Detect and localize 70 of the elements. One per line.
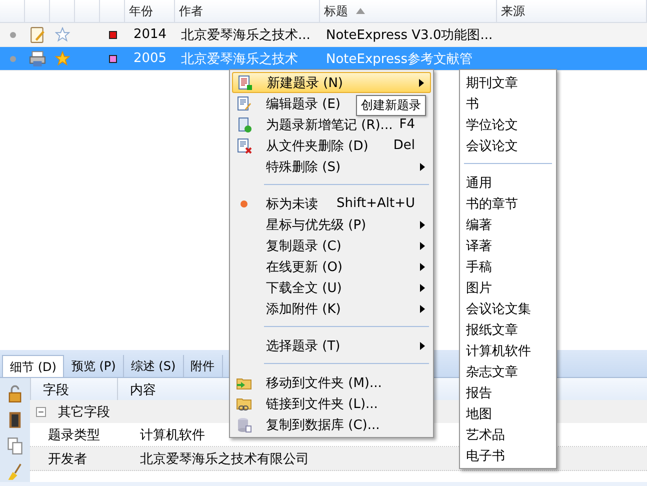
menu-item[interactable]: 地图 <box>462 403 554 424</box>
menu-item[interactable]: 复制到数据库 (C)... <box>266 418 380 432</box>
menu-item[interactable]: 期刊文章 <box>462 72 554 93</box>
field-value: 计算机软件 <box>139 426 205 444</box>
document-delete-icon <box>236 138 252 154</box>
menu-item[interactable]: 译著 <box>462 235 554 256</box>
menu-item[interactable]: 在线更新 (O) <box>266 260 343 274</box>
menu-item[interactable]: 移动到文件夹 (M)... <box>266 376 382 390</box>
menu-item[interactable]: 书 <box>462 93 554 114</box>
field-name: 开发者 <box>47 450 88 468</box>
table-cell-text: 2005 <box>132 50 168 68</box>
menu-item[interactable]: 复制题录 (C) <box>266 238 342 254</box>
menu-item[interactable]: 杂志文章 <box>462 361 554 382</box>
padlock-icon[interactable] <box>6 384 24 404</box>
column-header[interactable]: 标题 <box>320 0 497 22</box>
menu-item[interactable]: 电子书 <box>462 445 554 466</box>
tab[interactable]: 预览 (P) <box>64 355 124 377</box>
printer-icon <box>29 50 46 68</box>
menu-item[interactable]: 会议论文集 <box>462 298 554 319</box>
menu-item[interactable]: 计算机软件 <box>462 340 554 361</box>
star-icon[interactable] <box>55 51 70 66</box>
column-header[interactable]: 来源 <box>497 0 647 22</box>
star-icon[interactable] <box>55 27 70 42</box>
menu-item[interactable]: 为题录新增笔记 (R)... <box>266 118 393 132</box>
menu-item[interactable]: 书的章节 <box>462 193 554 214</box>
database-icon <box>236 416 252 432</box>
menu-item[interactable]: 通用 <box>462 172 554 193</box>
tooltip: 创建新题录 <box>356 95 426 116</box>
table-cell-text: NoteExpress参考文献管 <box>325 50 474 68</box>
menu-item[interactable]: 从文件夹删除 (D) <box>266 138 368 154</box>
menu-item[interactable]: 艺术品 <box>462 424 554 445</box>
menu-item[interactable]: 会议论文 <box>462 135 554 156</box>
table-cell-text: 北京爱琴海乐之技术... <box>180 26 312 44</box>
table-row[interactable]: 2014 北京爱琴海乐之技术... NoteExpress V3.0功能图... <box>0 23 647 47</box>
field-value: 北京爱琴海乐之技术有限公司 <box>139 450 309 468</box>
copy-icon[interactable] <box>6 436 24 456</box>
menu-item[interactable]: 报告 <box>462 382 554 403</box>
tab[interactable]: 附件 <box>184 355 223 377</box>
menu-item[interactable]: 新建题录 (N) <box>232 72 431 93</box>
menu-item[interactable]: 学位论文 <box>462 114 554 135</box>
menu-item[interactable]: 标为未读 <box>266 196 318 212</box>
document-add-icon <box>237 74 253 90</box>
menu-item[interactable]: 星标与优先级 (P) <box>266 218 366 232</box>
table-cell-text: 北京爱琴海乐之技术 <box>180 50 299 68</box>
document-pencil-icon <box>236 96 252 112</box>
table-cell-text: NoteExpress V3.0功能图... <box>325 26 494 44</box>
menu-item[interactable]: 选择题录 (T) <box>266 338 340 354</box>
column-header[interactable]: 年份 <box>125 0 175 22</box>
menu-item[interactable]: 下载全文 (U) <box>266 280 342 296</box>
menu-item[interactable]: 添加附件 (K) <box>266 302 341 316</box>
column-header[interactable]: 作者 <box>175 0 320 22</box>
broom-icon[interactable] <box>6 462 24 482</box>
bullet-icon <box>10 32 16 38</box>
bullet-icon <box>10 56 16 62</box>
folder-chain-icon <box>236 396 252 412</box>
notebook-add-icon <box>236 116 252 132</box>
menu-item[interactable]: 特殊删除 (S) <box>266 160 341 174</box>
group-label: 其它字段 <box>58 404 110 420</box>
menu-item[interactable]: 报纸文章 <box>462 319 554 340</box>
menu-item[interactable]: 手稿 <box>462 256 554 277</box>
menu-item[interactable]: 编著 <box>462 214 554 235</box>
menu-item[interactable]: 图片 <box>462 277 554 298</box>
field-name: 题录类型 <box>47 426 101 444</box>
table-cell-text: 2014 <box>132 26 168 44</box>
menu-item[interactable]: 链接到文件夹 (L)... <box>266 396 378 412</box>
tab[interactable]: 综述 (S) <box>124 355 184 377</box>
collapse-icon[interactable] <box>36 406 46 416</box>
tab[interactable]: 细节 (D) <box>2 355 64 377</box>
menu-item[interactable]: 编辑题录 (E) <box>266 96 340 112</box>
notepad-pencil-icon <box>29 26 46 44</box>
